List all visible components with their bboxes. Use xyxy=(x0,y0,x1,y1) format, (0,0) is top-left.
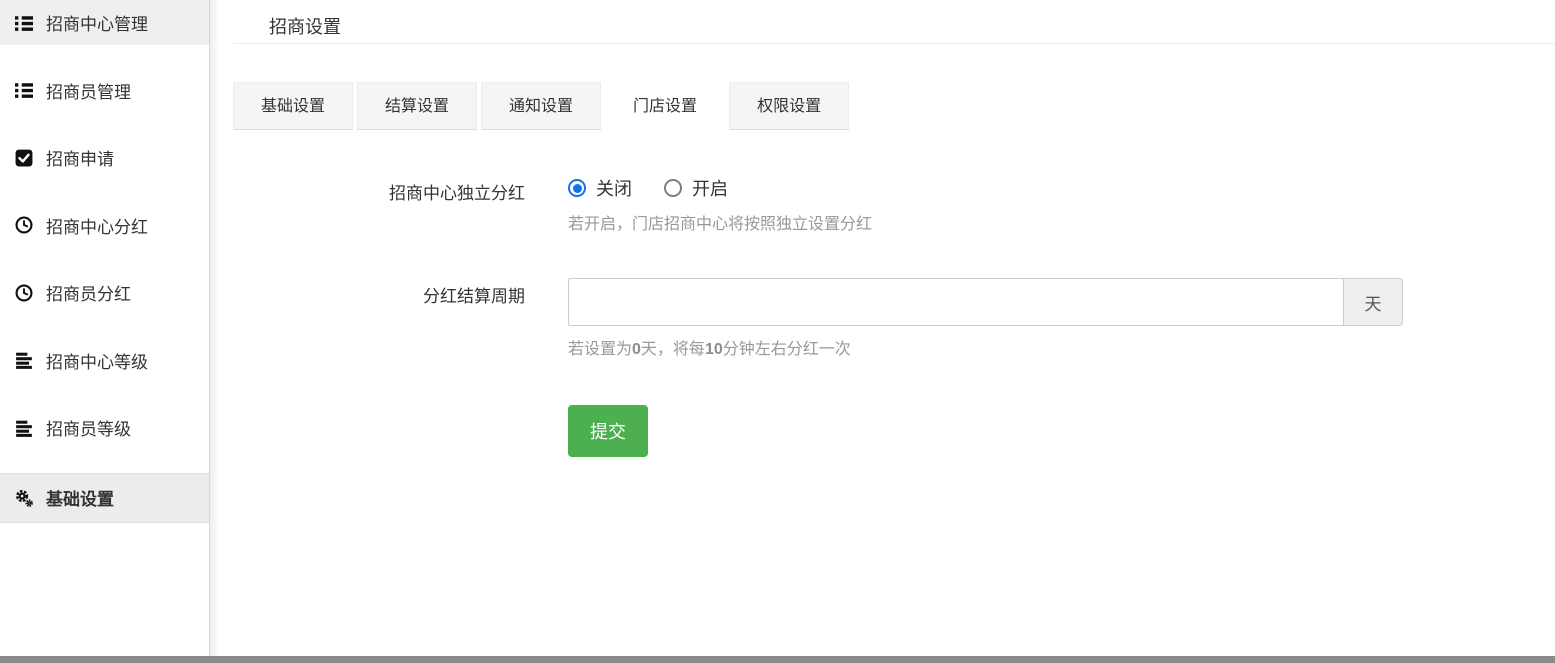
sidebar-item-merchant-center-level[interactable]: 招商中心等级 xyxy=(0,338,209,383)
sidebar-item-merchant-staff-level[interactable]: 招商员等级 xyxy=(0,405,209,450)
levels-icon xyxy=(15,419,33,437)
form-row-independent-dividend: 招商中心独立分红 关闭 开启 若开启，门店招商中心将按照独立设置分红 xyxy=(233,175,1555,234)
radio-off-label[interactable]: 关闭 xyxy=(596,175,632,201)
tab-permission-settings[interactable]: 权限设置 xyxy=(729,82,849,130)
radio-option-off[interactable]: 关闭 xyxy=(568,175,632,201)
sidebar-item-merchant-staff-dividend[interactable]: 招商员分红 xyxy=(0,270,209,315)
independent-dividend-control: 关闭 开启 若开启，门店招商中心将按照独立设置分红 xyxy=(568,175,872,234)
sidebar-item-label: 招商员等级 xyxy=(46,415,131,440)
clock-icon xyxy=(15,284,33,302)
list-icon xyxy=(15,14,33,32)
tab-notification-settings[interactable]: 通知设置 xyxy=(481,82,601,130)
submit-button[interactable]: 提交 xyxy=(568,405,648,457)
sidebar-item-label: 招商中心管理 xyxy=(46,10,148,35)
sidebar-item-label: 招商中心分红 xyxy=(46,213,148,238)
check-square-icon xyxy=(15,149,33,167)
settings-tabs: 基础设置 结算设置 通知设置 门店设置 权限设置 xyxy=(233,82,1555,130)
levels-icon xyxy=(15,351,33,369)
tab-settlement-settings[interactable]: 结算设置 xyxy=(357,82,477,130)
sidebar-item-merchant-center-management[interactable]: 招商中心管理 xyxy=(0,0,209,45)
radio-on-label[interactable]: 开启 xyxy=(692,175,728,201)
settlement-cycle-help: 若设置为0天，将每10分钟左右分红一次 xyxy=(568,335,1403,359)
sidebar-item-basic-settings[interactable]: 基础设置 xyxy=(0,473,209,523)
settlement-cycle-input-group: 天 xyxy=(568,278,1403,326)
list-icon xyxy=(15,81,33,99)
horizontal-scrollbar[interactable] xyxy=(0,656,1555,663)
independent-dividend-label: 招商中心独立分红 xyxy=(233,175,525,234)
sidebar-item-label: 招商员管理 xyxy=(46,78,131,103)
settlement-cycle-input[interactable] xyxy=(568,278,1343,326)
app-window: 招商中心管理 招商员管理 招商申请 招商中心分红 招商员分红 xyxy=(0,0,1555,656)
settlement-cycle-unit-addon: 天 xyxy=(1343,278,1403,326)
radio-on-unselected[interactable] xyxy=(664,179,682,197)
page-title: 招商设置 xyxy=(269,17,341,37)
settlement-cycle-control: 天 若设置为0天，将每10分钟左右分红一次 xyxy=(568,278,1403,359)
form-row-submit: 提交 xyxy=(233,405,1555,457)
form-row-settlement-cycle: 分红结算周期 天 若设置为0天，将每10分钟左右分红一次 xyxy=(233,278,1555,359)
radio-option-on[interactable]: 开启 xyxy=(664,175,728,201)
page-header: 招商设置 xyxy=(233,0,1555,44)
sidebar-item-label: 招商中心等级 xyxy=(46,348,148,373)
submit-spacer xyxy=(233,405,525,457)
cogs-icon xyxy=(15,489,33,507)
sidebar: 招商中心管理 招商员管理 招商申请 招商中心分红 招商员分红 xyxy=(0,0,210,656)
sidebar-item-label: 基础设置 xyxy=(46,485,114,510)
sidebar-item-label: 招商申请 xyxy=(46,145,114,170)
sidebar-item-merchant-application[interactable]: 招商申请 xyxy=(0,135,209,180)
sidebar-item-merchant-center-dividend[interactable]: 招商中心分红 xyxy=(0,203,209,248)
main-content: 招商设置 基础设置 结算设置 通知设置 门店设置 权限设置 招商中心独立分红 关… xyxy=(210,0,1555,656)
sidebar-item-label: 招商员分红 xyxy=(46,280,131,305)
sidebar-item-merchant-staff-management[interactable]: 招商员管理 xyxy=(0,68,209,113)
independent-dividend-radio-group: 关闭 开启 xyxy=(568,175,872,201)
store-settings-form: 招商中心独立分红 关闭 开启 若开启，门店招商中心将按照独立设置分红 xyxy=(233,175,1555,457)
tab-store-settings[interactable]: 门店设置 xyxy=(605,82,725,130)
independent-dividend-help: 若开启，门店招商中心将按照独立设置分红 xyxy=(568,210,872,234)
clock-icon xyxy=(15,216,33,234)
settlement-cycle-label: 分红结算周期 xyxy=(233,278,525,359)
radio-off-selected[interactable] xyxy=(568,179,586,197)
tab-basic-settings[interactable]: 基础设置 xyxy=(233,82,353,130)
